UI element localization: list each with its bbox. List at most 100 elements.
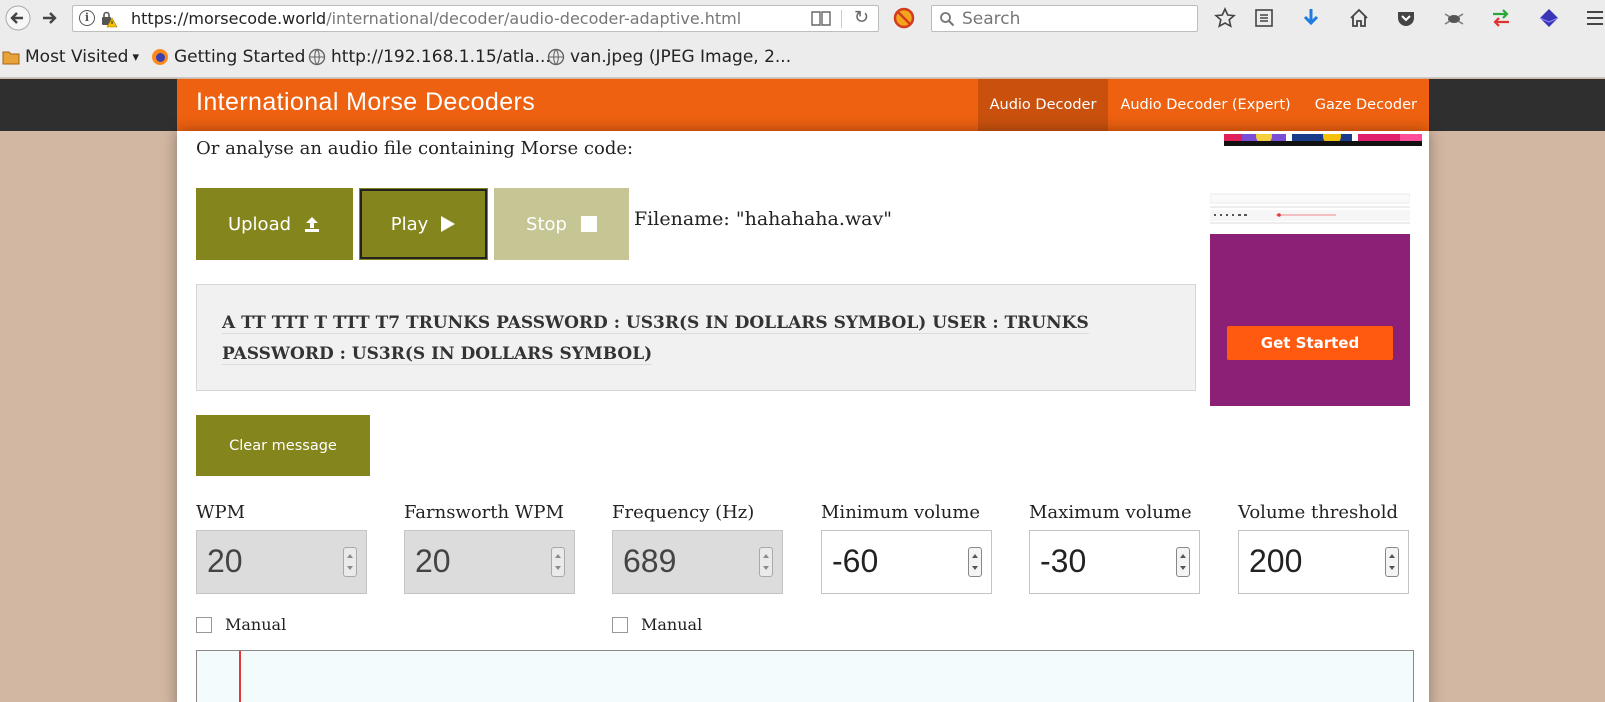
addon-blocker-icon[interactable] <box>893 7 915 29</box>
manual-wpm-label: Manual <box>225 615 287 634</box>
minimum-volume-value: -60 <box>832 543 879 579</box>
reload-icon[interactable]: ↻ <box>854 7 869 28</box>
insecure-lock-icon[interactable] <box>100 10 118 28</box>
checkbox-box[interactable] <box>612 616 628 633</box>
decoded-message-box: A TT TTT T TTT T7 TRUNKS PASSWORD : US3R… <box>196 284 1196 391</box>
nav-gaze-decoder[interactable]: Gaze Decoder <box>1303 79 1429 131</box>
manual-frequency-label: Manual <box>641 615 703 634</box>
reading-list-icon[interactable] <box>1252 6 1276 30</box>
nav-audio-decoder-expert[interactable]: Audio Decoder (Expert) <box>1108 79 1302 131</box>
manual-frequency-checkbox[interactable]: Manual <box>612 615 702 634</box>
ad-thumbnail-strip <box>1224 127 1422 146</box>
checkbox-box[interactable] <box>196 616 212 633</box>
folder-icon <box>2 51 20 65</box>
minimum-volume-input[interactable]: -60 <box>821 530 992 594</box>
bookmark-van-jpeg[interactable]: van.jpeg (JPEG Image, 2... <box>547 46 791 68</box>
globe-icon <box>547 48 565 66</box>
decoder-panel: Or analyse an audio file containing Mors… <box>177 127 1429 702</box>
spectrogram-canvas[interactable] <box>196 650 1414 702</box>
bookmark-local-server[interactable]: http://192.168.1.15/atla... <box>308 46 551 68</box>
minimum-volume-spinner-icon[interactable] <box>968 547 982 577</box>
upload-button[interactable]: Upload <box>196 188 353 260</box>
play-icon <box>441 216 456 232</box>
menu-icon[interactable] <box>1583 6 1605 30</box>
back-arrow-icon <box>5 5 31 31</box>
stop-label: Stop <box>526 213 567 235</box>
url-text[interactable]: https://morsecode.world/international/de… <box>131 9 741 28</box>
globe-icon <box>308 48 326 66</box>
stop-button[interactable]: Stop <box>494 188 629 260</box>
maximum-volume-input[interactable]: -30 <box>1029 530 1200 594</box>
bookmark-star-icon[interactable] <box>1213 6 1237 30</box>
bookmark-label: http://192.168.1.15/atla... <box>331 47 551 67</box>
firefox-icon <box>152 49 168 65</box>
volume-threshold-input[interactable]: 200 <box>1238 530 1409 594</box>
maximum-volume-label: Maximum volume <box>1029 502 1192 523</box>
ad-banner[interactable]: Get Started <box>1210 234 1410 406</box>
download-icon[interactable] <box>1299 6 1323 30</box>
ad-thumbnails-image <box>1224 127 1422 146</box>
back-button[interactable] <box>4 4 32 32</box>
wpm-spinner-icon[interactable] <box>343 547 357 577</box>
filename-text: Filename: "hahahaha.wav" <box>634 208 892 230</box>
play-label: Play <box>390 213 429 235</box>
stop-icon <box>580 216 597 232</box>
wpm-label: WPM <box>196 502 246 523</box>
clear-message-button[interactable]: Clear message <box>196 415 370 476</box>
minimum-volume-label: Minimum volume <box>821 502 981 523</box>
bookmark-most-visited[interactable]: Most Visited ▾ <box>2 46 139 68</box>
bookmark-label: Getting Started <box>174 47 306 67</box>
frequency-spinner-icon[interactable] <box>759 547 773 577</box>
maximum-volume-field: Maximum volume -30 <box>1029 502 1200 594</box>
volume-threshold-spinner-icon[interactable] <box>1385 547 1399 577</box>
pocket-icon[interactable] <box>1394 6 1418 30</box>
bookmark-label: van.jpeg (JPEG Image, 2... <box>570 47 792 67</box>
reader-view-icon[interactable] <box>810 9 832 28</box>
maximum-volume-spinner-icon[interactable] <box>1176 547 1190 577</box>
site-nav: Audio Decoder Audio Decoder (Expert) Gaz… <box>977 79 1429 131</box>
forward-button[interactable] <box>36 4 64 32</box>
maximum-volume-value: -30 <box>1040 543 1087 579</box>
wpm-input[interactable]: 20 <box>196 530 367 594</box>
upload-label: Upload <box>227 213 292 235</box>
frequency-label: Frequency (Hz) <box>612 502 755 523</box>
address-bar[interactable]: i https://morsecode.world/international/… <box>72 5 879 32</box>
volume-threshold-value: 200 <box>1249 543 1303 579</box>
frequency-input[interactable]: 689 <box>612 530 783 594</box>
browser-toolbar: i https://morsecode.world/international/… <box>0 0 1605 36</box>
site-brand[interactable]: International Morse Decoders <box>196 88 535 117</box>
spectrogram-cursor <box>239 651 241 702</box>
farnsworth-wpm-spinner-icon[interactable] <box>551 547 565 577</box>
chevron-down-icon: ▾ <box>132 49 140 65</box>
farnsworth-wpm-label: Farnsworth WPM <box>404 502 564 523</box>
home-icon[interactable] <box>1347 6 1371 30</box>
site-header: International Morse Decoders Audio Decod… <box>177 79 1429 131</box>
frequency-field: Frequency (Hz) 689 <box>612 502 783 594</box>
farnsworth-wpm-input[interactable]: 20 <box>404 530 575 594</box>
nav-audio-decoder[interactable]: Audio Decoder <box>977 79 1109 131</box>
extension-bug-icon[interactable] <box>1442 6 1466 30</box>
ad-get-started-button[interactable]: Get Started <box>1227 326 1393 360</box>
url-separator <box>841 10 842 28</box>
wpm-field: WPM 20 <box>196 502 367 594</box>
decoded-message-wrap: A TT TTT T TTT T7 TRUNKS PASSWORD : US3R… <box>222 308 1162 370</box>
decoded-message: A TT TTT T TTT T7 TRUNKS PASSWORD : US3R… <box>222 313 1089 365</box>
volume-threshold-label: Volume threshold <box>1238 502 1399 523</box>
farnsworth-wpm-value: 20 <box>415 543 451 579</box>
bookmark-getting-started[interactable]: Getting Started <box>151 46 305 68</box>
farnsworth-wpm-field: Farnsworth WPM 20 <box>404 502 575 594</box>
site-info-icon[interactable]: i <box>79 10 95 26</box>
frequency-value: 689 <box>623 543 677 579</box>
ad-audio-player-image <box>1210 192 1410 228</box>
volume-threshold-field: Volume threshold 200 <box>1238 502 1409 594</box>
upload-icon <box>305 217 320 232</box>
bookmark-label: Most Visited <box>25 47 129 67</box>
switch-arrows-icon[interactable] <box>1489 6 1513 30</box>
search-placeholder: Search <box>962 9 1021 29</box>
forward-arrow-icon <box>43 12 57 24</box>
intro-text: Or analyse an audio file containing Mors… <box>196 138 634 159</box>
play-button[interactable]: Play <box>359 188 488 260</box>
manual-wpm-checkbox[interactable]: Manual <box>196 615 286 634</box>
layers-extension-icon[interactable] <box>1537 6 1561 30</box>
search-bar[interactable]: Search <box>931 5 1198 32</box>
